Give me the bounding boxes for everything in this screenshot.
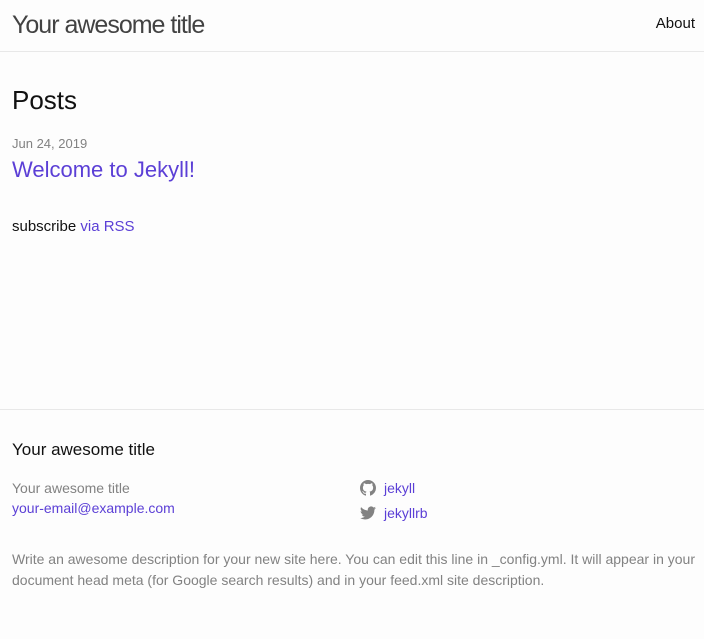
github-link[interactable]: jekyll [384,478,415,498]
post-title-link[interactable]: Welcome to Jekyll! [12,157,195,183]
rss-subscribe-label: subscribe [12,218,77,235]
site-description: Write an awesome description for your ne… [12,551,695,588]
footer-heading: Your awesome title [12,440,156,459]
twitter-icon [360,506,376,520]
footer-email-link[interactable]: your-email@example.com [12,500,175,516]
post-date: Jun 24, 2019 [12,136,88,151]
footer-contact: Your awesome title your-email@example.co… [12,478,175,518]
nav-about-link[interactable]: About [656,15,695,33]
site-footer: Your awesome title Your awesome title yo… [0,409,704,639]
social-item-github[interactable]: jekyll [360,478,428,498]
footer-name: Your awesome title [12,480,130,496]
post-list-heading: Posts [12,85,78,115]
footer-social: jekyll jekyllrb [360,478,428,528]
twitter-link[interactable]: jekyllrb [384,503,428,523]
site-title-link[interactable]: Your awesome title [12,10,205,40]
site-header: Your awesome title About [0,0,704,52]
social-item-twitter[interactable]: jekyllrb [360,503,428,523]
main-content: Posts Jun 24, 2019 Welcome to Jekyll! su… [0,52,704,409]
rss-subscribe: subscribe via RSS [12,218,135,236]
github-icon [360,480,376,496]
rss-link[interactable]: via RSS [80,218,134,235]
